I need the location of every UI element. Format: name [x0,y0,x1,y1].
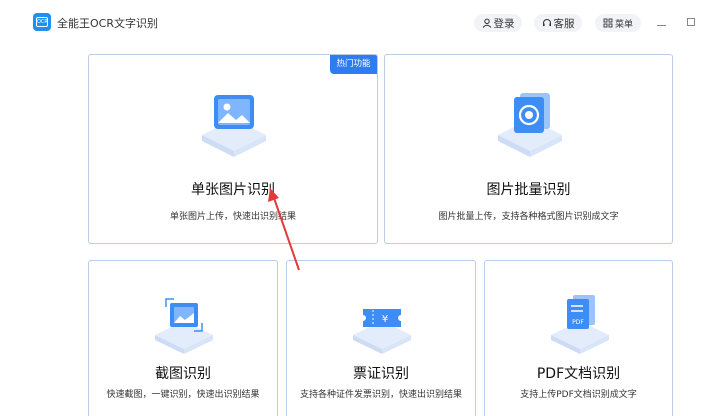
card-pdf-ocr[interactable]: PDF PDF文档识别 支持上传PDF文档识别成文字 [484,260,673,416]
pdf-icon: PDF [551,295,609,354]
login-button[interactable]: 登录 [474,14,522,32]
svg-text:¥: ¥ [382,314,388,325]
hot-feature-badge: 热门功能 [330,55,377,74]
card-description: 快速截图，一键识别，快速出识别结果 [106,390,260,400]
menu-button[interactable]: 菜单 [595,14,641,32]
svg-text:PDF: PDF [572,319,584,326]
card-screenshot-ocr[interactable]: 截图识别 快速截图，一键识别，快速出识别结果 [88,260,278,416]
app-title: 全能王OCR文字识别 [57,17,158,30]
card-title: 单张图片识别 [191,182,275,198]
card-description: 支持上传PDF文档识别成文字 [520,390,637,400]
card-description: 图片批量上传，支持各种格式图片识别成文字 [438,212,619,222]
card-description: 支持各种证件发票识别，快速出识别结果 [299,390,462,400]
user-icon [482,18,491,28]
card-title: 截图识别 [155,366,211,382]
title-bar: OCR 全能王OCR文字识别 登录 客服 菜单 [0,0,716,44]
card-single-image-ocr[interactable]: 热门功能 单张图片识别 单张图片上传，快速出识别结果 [88,54,378,244]
headset-icon [542,19,551,27]
grid-menu-icon [603,18,613,28]
batch-image-icon [498,93,562,157]
ticket-icon: ¥ [353,309,411,354]
menu-label: 菜单 [614,19,633,30]
screenshot-icon [155,298,213,354]
app-logo-text: OCR [36,17,48,27]
login-label: 登录 [493,17,515,30]
minimize-button[interactable] [657,18,667,26]
maximize-button[interactable] [687,18,695,26]
image-icon [202,95,266,157]
card-ticket-ocr[interactable]: ¥ 票证识别 支持各种证件发票识别，快速出识别结果 [286,260,476,416]
card-title: 票证识别 [353,366,409,382]
card-title: PDF文档识别 [536,366,621,382]
service-label: 客服 [553,17,575,30]
card-description: 单张图片上传，快速出识别结果 [169,212,296,222]
card-batch-image-ocr[interactable]: 图片批量识别 图片批量上传，支持各种格式图片识别成文字 [384,54,673,244]
customer-service-button[interactable]: 客服 [534,14,582,32]
card-title: 图片批量识别 [486,182,571,198]
app-logo-icon: OCR [33,13,51,31]
